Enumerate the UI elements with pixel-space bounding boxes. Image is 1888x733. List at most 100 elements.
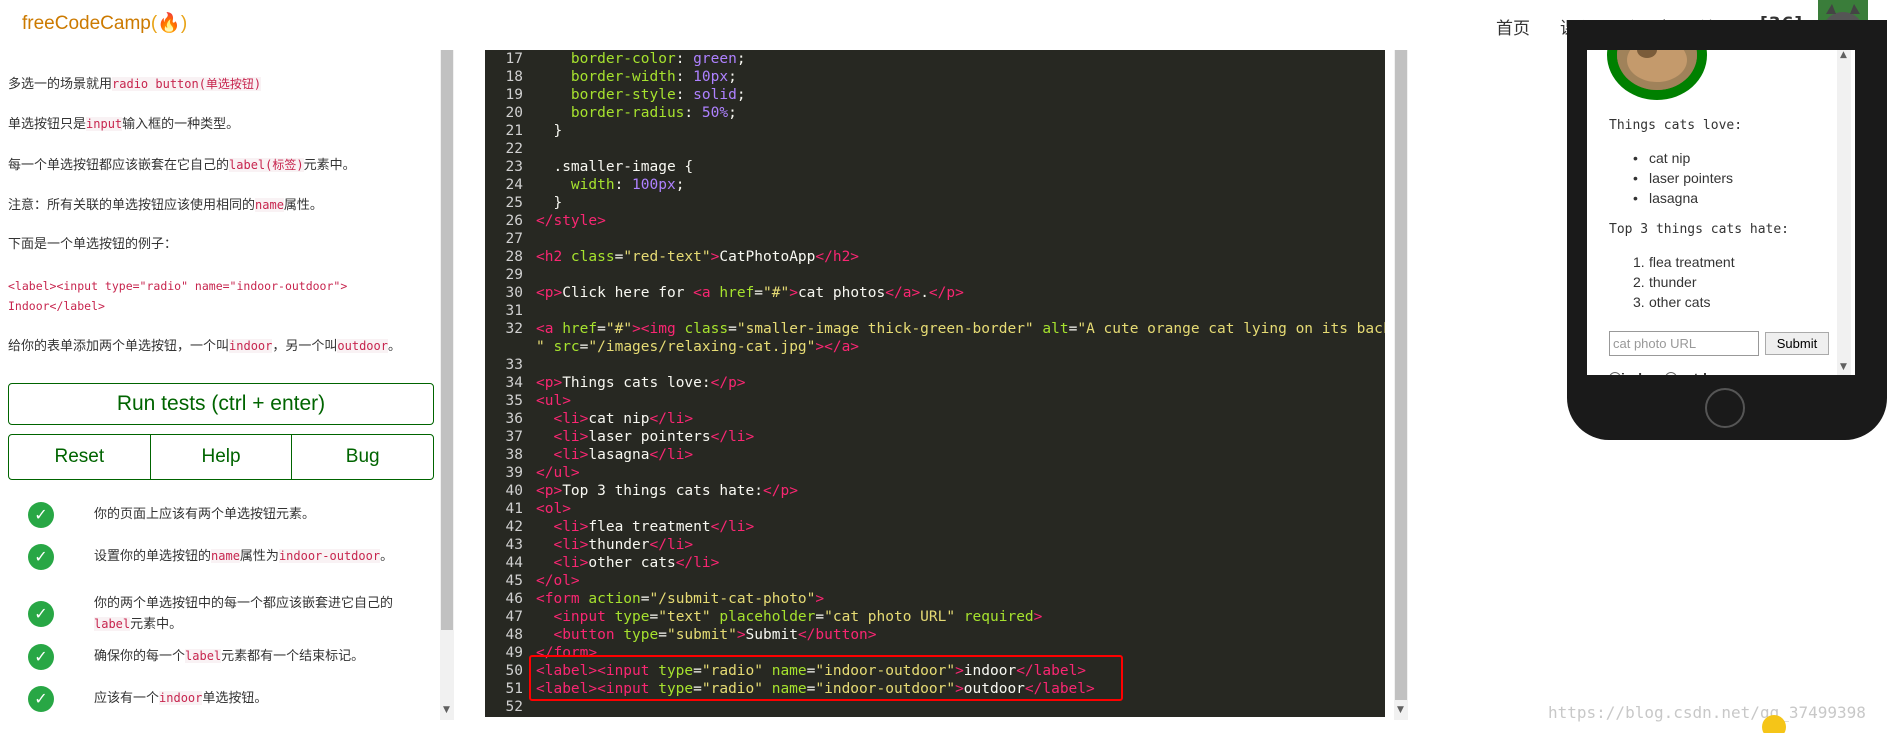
- code-editor[interactable]: 17 border-color: green; 18 border-width:…: [485, 50, 1385, 717]
- scrollbar-thumb[interactable]: [441, 50, 453, 630]
- code-example-line-1: <label><input type="radio" name="indoor-…: [8, 279, 348, 293]
- scrollbar-thumb[interactable]: [1395, 50, 1407, 700]
- code-text: Things cats love:: [562, 375, 711, 391]
- code-text: A cute orange cat lying on its back: [1086, 321, 1385, 337]
- test-text: 设置你的单选按钮的name属性为indoor-outdoor。: [94, 546, 424, 567]
- preview-hate-item: 3. other cats: [1633, 294, 1711, 310]
- phone-preview: Things cats love: • cat nip • laser pointe…: [1567, 20, 1887, 440]
- nav-link-home[interactable]: 首页: [1496, 14, 1530, 39]
- line-number: 49: [505, 645, 523, 661]
- preview-love-item: • cat nip: [1633, 150, 1691, 166]
- code-line: 36 <li>cat nip</li>: [485, 410, 694, 428]
- inline-code: indoor: [229, 339, 273, 353]
- line-number: 34: [505, 375, 523, 391]
- instruction-text: 。: [387, 339, 401, 354]
- line-number: 25: [505, 195, 523, 211]
- line-number: 26: [505, 213, 523, 229]
- inline-code: outdoor: [337, 339, 388, 353]
- code-line: " src="/images/relaxing-cat.jpg"></a>: [536, 339, 860, 355]
- scroll-down-icon[interactable]: ▼: [443, 705, 450, 715]
- line-number: 48: [505, 627, 523, 643]
- radio-label: indoor: [1621, 370, 1665, 375]
- code-line: 22: [485, 140, 536, 158]
- code-line: 47 <input type="text" placeholder="cat p…: [485, 608, 1043, 626]
- inline-code: indoor: [159, 691, 203, 705]
- preview-love-item: • laser pointers: [1633, 170, 1734, 186]
- preview-photo-url-input[interactable]: cat photo URL: [1609, 331, 1759, 356]
- line-number: 42: [505, 519, 523, 535]
- instruction-text: 单选按钮只是: [8, 117, 87, 132]
- code-line: 20 border-radius: 50%;: [485, 104, 737, 122]
- line-number: 27: [505, 231, 523, 247]
- check-icon: ✓: [28, 686, 54, 712]
- line-number: 30: [505, 285, 523, 301]
- preview-item-text: thunder: [1649, 274, 1697, 290]
- line-number: 46: [505, 591, 523, 607]
- bug-button[interactable]: Bug: [292, 435, 433, 479]
- test-text-part: 元素中。: [130, 617, 183, 632]
- line-number: 38: [505, 447, 523, 463]
- reset-button[interactable]: Reset: [9, 435, 151, 479]
- code-text: cat photo URL: [832, 609, 947, 625]
- test-text-part: 应该有一个: [94, 691, 160, 706]
- instruction-2: 单选按钮只是input输入框的一种类型。: [8, 114, 239, 135]
- radio-label: outdoor: [1677, 370, 1730, 375]
- inline-code: label: [185, 649, 222, 663]
- test-text-part: 你的两个单选按钮中的每一个都应该嵌套进它自己的: [94, 596, 394, 611]
- code-line: 38 <li>lasagna</li>: [485, 446, 694, 464]
- code-line: 25 }: [485, 194, 563, 212]
- code-line: 18 border-width: 10px;: [485, 68, 737, 86]
- flame-icon: (🔥): [150, 13, 188, 34]
- inline-code: name: [255, 198, 284, 212]
- instruction-text: 属性。: [283, 198, 323, 213]
- preview-radio-group: indoor outdoor: [1609, 370, 1729, 375]
- scroll-down-icon[interactable]: ▼: [1397, 705, 1404, 715]
- help-button[interactable]: Help: [151, 435, 293, 479]
- highlight-box: [529, 655, 1123, 701]
- instructions-scrollbar[interactable]: ▼: [440, 50, 454, 720]
- instruction-text: 每一个单选按钮都应该嵌套在它自己的: [8, 158, 230, 173]
- code-line: 26 </style>: [485, 212, 606, 230]
- inline-code: input: [86, 117, 123, 131]
- radio-indoor[interactable]: [1609, 372, 1621, 375]
- cat-image[interactable]: [1607, 50, 1707, 100]
- test-text: 确保你的每一个label元素都有一个结束标记。: [94, 646, 424, 667]
- line-number: 39: [505, 465, 523, 481]
- radio-outdoor[interactable]: [1664, 372, 1677, 375]
- watermark: https://blog.csdn.net/qq_37499398: [1548, 703, 1866, 722]
- code-line: 21 }: [485, 122, 563, 140]
- inline-code: label: [94, 617, 131, 631]
- test-text-part: 元素都有一个结束标记。: [221, 649, 365, 664]
- instruction-text: 多选一的场景就用: [8, 77, 113, 92]
- line-number: 52: [505, 699, 523, 715]
- instruction-text: 元素中。: [303, 158, 356, 173]
- test-text-part: 设置你的单选按钮的: [94, 549, 212, 564]
- logo[interactable]: freeCodeCamp(🔥): [22, 11, 187, 35]
- run-tests-button[interactable]: Run tests (ctrl + enter): [8, 383, 434, 425]
- line-number: 19: [505, 87, 523, 103]
- code-line: 43 <li>thunder</li>: [485, 536, 694, 554]
- instruction-1: 多选一的场景就用radio button(单选按钮): [8, 74, 262, 95]
- line-number: 35: [505, 393, 523, 409]
- code-line: 29: [485, 266, 536, 284]
- code-line: 35 <ul>: [485, 392, 571, 410]
- scroll-down-icon[interactable]: ▼: [1840, 362, 1847, 372]
- instructions-panel: 多选一的场景就用radio button(单选按钮) 单选按钮只是input输入…: [0, 50, 440, 733]
- preview-item-text: cat nip: [1649, 150, 1691, 166]
- code-text: cat photos: [797, 285, 886, 301]
- code-line: 31: [485, 302, 536, 320]
- code-line: 52: [485, 698, 536, 716]
- preview-screen[interactable]: Things cats love: • cat nip • laser pointe…: [1587, 50, 1855, 375]
- instruction-5: 下面是一个单选按钮的例子：: [8, 237, 178, 252]
- preview-submit-button[interactable]: Submit: [1765, 332, 1829, 355]
- preview-love-item: • lasagna: [1633, 190, 1699, 206]
- line-number: 17: [505, 51, 523, 67]
- code-line: 37 <li>laser pointers</li>: [485, 428, 755, 446]
- code-line: 39 </ul>: [485, 464, 580, 482]
- instruction-text: ，另一个叫: [272, 339, 338, 354]
- editor-scrollbar[interactable]: ▼: [1394, 50, 1408, 720]
- code-line: 46 <form action="/submit-cat-photo">: [485, 590, 825, 608]
- scroll-up-icon[interactable]: ▲: [1840, 50, 1847, 60]
- preview-scrollbar[interactable]: ▲ ▼: [1837, 50, 1851, 375]
- preview-love-heading: Things cats love:: [1609, 118, 1743, 133]
